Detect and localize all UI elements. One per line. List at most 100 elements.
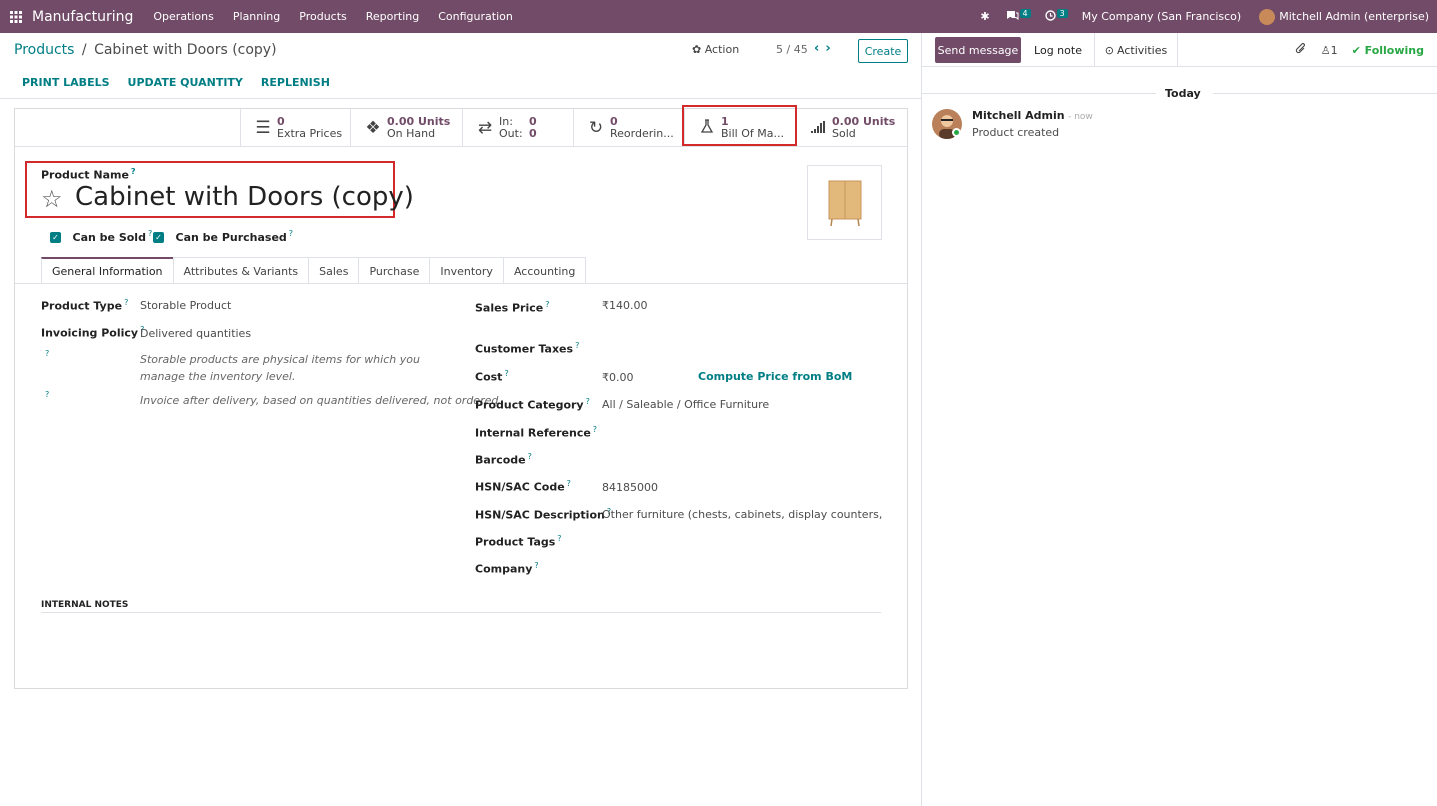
reordering-label: Reorderin... bbox=[610, 127, 674, 140]
action-menu[interactable]: ✿ Action bbox=[692, 43, 739, 56]
hsn-code-label: HSN/SAC Code? bbox=[475, 479, 571, 494]
app-name[interactable]: Manufacturing bbox=[32, 9, 133, 25]
tab-general-information[interactable]: General Information bbox=[41, 257, 174, 284]
send-message-button[interactable]: Send message bbox=[935, 37, 1021, 63]
create-button[interactable]: Create bbox=[858, 39, 908, 63]
product-type-help: Storable products are physical items for… bbox=[140, 353, 420, 383]
tab-divider bbox=[15, 283, 907, 284]
user-menu[interactable]: Mitchell Admin (enterprise) bbox=[1279, 10, 1429, 23]
sold-button[interactable]: 0.00 Units Sold bbox=[795, 109, 907, 147]
chatter-topbar: Send message Log note ⊙ Activities ♙1 ✔ F… bbox=[922, 33, 1437, 67]
apps-menu-icon[interactable] bbox=[0, 0, 32, 33]
compute-price-from-bom-button[interactable]: Compute Price from BoM bbox=[698, 370, 852, 383]
replenish-button[interactable]: REPLENISH bbox=[261, 76, 330, 89]
cubes-icon: ❖ bbox=[365, 118, 381, 138]
chatter-panel: Send message Log note ⊙ Activities ♙1 ✔ F… bbox=[921, 33, 1437, 806]
on-hand-label: On Hand bbox=[387, 127, 436, 140]
product-category-value[interactable]: All / Saleable / Office Furniture bbox=[602, 398, 769, 411]
sold-label: Sold bbox=[832, 127, 856, 140]
checkbox-checked-icon: ✓ bbox=[153, 232, 164, 244]
can-be-purchased-label: Can be Purchased bbox=[175, 230, 287, 244]
help-question-icon: ? bbox=[45, 390, 50, 399]
can-be-purchased-checkbox[interactable]: ✓ Can be Purchased? bbox=[153, 229, 293, 244]
user-avatar[interactable] bbox=[1259, 8, 1276, 25]
product-name[interactable]: Cabinet with Doors (copy) bbox=[75, 182, 414, 212]
check-icon: ✔ bbox=[1351, 44, 1361, 57]
message-body: Product created bbox=[972, 126, 1060, 139]
update-quantity-button[interactable]: UPDATE QUANTITY bbox=[128, 76, 243, 89]
form-sheet: ☰ 0 Extra Prices ❖ 0.00 Units On Hand ⇄ In… bbox=[14, 105, 908, 689]
followers-button[interactable]: ♙1 bbox=[1321, 44, 1338, 57]
log-note-button[interactable]: Log note bbox=[1022, 33, 1094, 67]
extra-prices-button[interactable]: ☰ 0 Extra Prices bbox=[240, 109, 350, 147]
can-be-sold-checkbox[interactable]: ✓ Can be Sold? bbox=[50, 229, 152, 244]
tab-attributes-variants[interactable]: Attributes & Variants bbox=[172, 257, 310, 284]
pager-value[interactable]: 5 / 45 bbox=[776, 43, 808, 56]
product-name-label: Product Name? bbox=[41, 167, 136, 182]
star-icon[interactable]: ☆ bbox=[41, 185, 63, 213]
chevron-left-icon[interactable]: ‹ bbox=[814, 41, 825, 56]
signal-bars-icon bbox=[806, 118, 830, 138]
paperclip-icon[interactable] bbox=[1295, 43, 1307, 58]
breadcrumb-products[interactable]: Products bbox=[14, 42, 74, 58]
followers-count: 1 bbox=[1330, 44, 1338, 57]
gear-icon: ✿ bbox=[692, 43, 702, 56]
on-hand-button[interactable]: ❖ 0.00 Units On Hand bbox=[350, 109, 462, 147]
company-switcher[interactable]: My Company (San Francisco) bbox=[1082, 10, 1241, 23]
tab-purchase[interactable]: Purchase bbox=[358, 257, 431, 284]
invoicing-policy-help: Invoice after delivery, based on quantit… bbox=[140, 394, 502, 407]
tab-accounting[interactable]: Accounting bbox=[502, 257, 587, 284]
checkbox-checked-icon: ✓ bbox=[50, 232, 61, 244]
message-time: - now bbox=[1068, 112, 1093, 122]
activities-button[interactable]: ⊙ Activities bbox=[1094, 33, 1178, 67]
product-type-value[interactable]: Storable Product bbox=[140, 299, 231, 312]
header-buttons: PRINT LABELS UPDATE QUANTITY REPLENISH bbox=[22, 76, 330, 89]
reordering-button[interactable]: ↻ 0 Reorderin... bbox=[573, 109, 684, 147]
following-label: Following bbox=[1364, 44, 1424, 57]
in-out-button[interactable]: ⇄ In: 0 Out: 0 bbox=[462, 109, 573, 147]
sales-price-value[interactable]: ₹140.00 bbox=[602, 299, 648, 312]
breadcrumb: Products / Cabinet with Doors (copy) bbox=[14, 42, 277, 58]
messages-icon[interactable]: 4 bbox=[1006, 8, 1031, 24]
menu-reporting[interactable]: Reporting bbox=[366, 10, 419, 23]
tab-inventory[interactable]: Inventory bbox=[429, 257, 504, 284]
tab-sales[interactable]: Sales bbox=[308, 257, 360, 284]
hsn-code-value[interactable]: 84185000 bbox=[602, 481, 658, 494]
product-image[interactable] bbox=[807, 165, 882, 240]
message-author[interactable]: Mitchell Admin bbox=[972, 109, 1065, 122]
pager-arrows: ‹› bbox=[814, 41, 837, 56]
control-panel: Products / Cabinet with Doors (copy) ✿ A… bbox=[0, 33, 921, 99]
menu-planning[interactable]: Planning bbox=[233, 10, 280, 23]
internal-notes-divider bbox=[41, 612, 881, 613]
messages-badge: 4 bbox=[1019, 8, 1031, 18]
bom-highlight-box bbox=[682, 105, 797, 146]
help-question-icon: ? bbox=[45, 349, 50, 358]
following-button[interactable]: ✔ Following bbox=[1352, 44, 1424, 57]
message-header: Mitchell Admin - now bbox=[972, 109, 1093, 122]
out-label: Out: bbox=[499, 127, 523, 140]
activities-label: Activities bbox=[1117, 43, 1168, 57]
cost-value[interactable]: ₹0.00 bbox=[602, 371, 634, 384]
cabinet-image-icon bbox=[828, 180, 862, 227]
hsn-description-value[interactable]: Other furniture (chests, cabinets, displ… bbox=[602, 508, 882, 521]
menu-configuration[interactable]: Configuration bbox=[438, 10, 513, 23]
menu-products[interactable]: Products bbox=[299, 10, 347, 23]
print-labels-button[interactable]: PRINT LABELS bbox=[22, 76, 110, 89]
action-label: Action bbox=[704, 43, 740, 56]
internal-reference-label: Internal Reference? bbox=[475, 425, 598, 440]
user-icon: ♙ bbox=[1320, 44, 1331, 57]
can-be-sold-label: Can be Sold bbox=[72, 230, 146, 244]
notebook-tabs: General Information Attributes & Variant… bbox=[41, 257, 587, 284]
chevron-right-icon[interactable]: › bbox=[825, 41, 836, 56]
menu-operations[interactable]: Operations bbox=[153, 10, 213, 23]
hsn-description-label: HSN/SAC Description? bbox=[475, 507, 612, 522]
bug-icon[interactable]: ✱ bbox=[980, 10, 989, 23]
internal-notes-editor[interactable] bbox=[41, 615, 881, 675]
out-value: 0 bbox=[529, 127, 537, 140]
cost-label: Cost? bbox=[475, 369, 509, 384]
activities-clock-icon[interactable]: 3 bbox=[1044, 8, 1068, 24]
refresh-icon: ↻ bbox=[588, 118, 604, 138]
top-navbar: Manufacturing Operations Planning Produc… bbox=[0, 0, 1437, 33]
invoicing-policy-value[interactable]: Delivered quantities bbox=[140, 327, 251, 340]
exchange-icon: ⇄ bbox=[477, 118, 493, 138]
